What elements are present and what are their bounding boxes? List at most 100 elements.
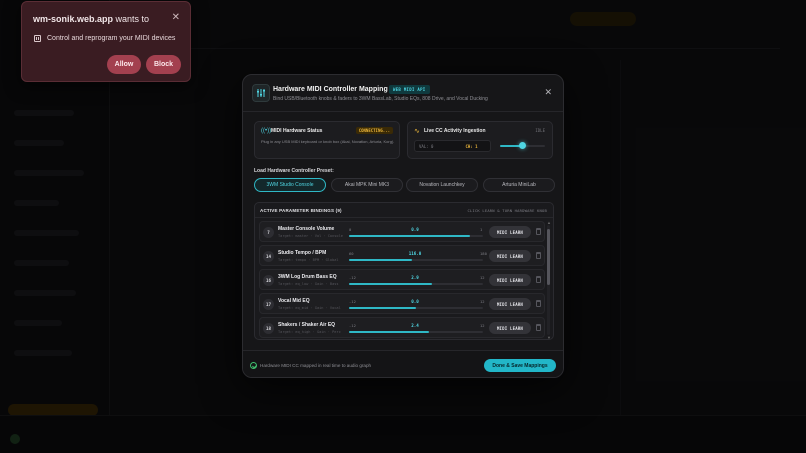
range-min: 60: [349, 251, 354, 256]
modal-footer: Hardware MIDI CC mapped in real time to …: [243, 350, 563, 377]
cc-activity-state: IDLE: [535, 128, 545, 133]
binding-row: 18 Shakers / Shaker Air EQ Target: eq_high…: [259, 317, 545, 338]
modal-header: Hardware MIDI Controller Mapping WEB MID…: [243, 75, 563, 112]
binding-row: 17 Vocal Mid EQ Target: eq_mid · Gain · Vo…: [259, 293, 545, 314]
cc-value: VAL: 0: [419, 143, 434, 149]
parameter-target: Target: eq_mid · Gain · Vocal: [278, 306, 341, 310]
range-max: 12: [480, 275, 485, 280]
binding-row: 14 Studio Tempo / BPM Target: tempo · BPM …: [259, 245, 545, 266]
cc-number-badge: 14: [263, 251, 274, 262]
cc-number-badge: 7: [263, 227, 274, 238]
current-value: 116.0: [408, 251, 422, 256]
trash-icon[interactable]: [536, 228, 541, 235]
permission-close-icon[interactable]: ✕: [172, 12, 180, 23]
binding-row: 7 Master Console Volume Target: master · V…: [259, 221, 545, 242]
hardware-status-title: MIDI Hardware Status: [271, 128, 323, 134]
allow-button[interactable]: Allow: [107, 55, 141, 74]
sliders-icon: [252, 84, 270, 102]
current-value: 2.9: [411, 275, 419, 280]
scrollbar-thumb[interactable]: [547, 229, 550, 285]
cc-activity-card: ∿ Live CC Activity Ingestion IDLE VAL: 0…: [407, 121, 553, 159]
parameter-target: Target: eq_high · Gain · Perc: [278, 330, 341, 334]
preset-arturia-minilab[interactable]: Arturia MiniLab: [483, 178, 555, 192]
cc-number-badge: 18: [263, 323, 274, 334]
broadcast-icon: ((•)): [261, 128, 272, 134]
parameter-name: Vocal Mid EQ: [278, 298, 310, 304]
value-slider[interactable]: [349, 283, 483, 285]
midi-learn-button[interactable]: MIDI LEARN: [489, 274, 531, 286]
range-min: -12: [349, 299, 356, 304]
value-slider-fill: [349, 331, 430, 333]
value-slider-fill: [349, 307, 416, 309]
bindings-hint: CLICK LEARN & TURN HARDWARE KNOB: [467, 208, 547, 213]
check-circle-icon: [250, 362, 257, 369]
scroll-down-icon[interactable]: ▼: [547, 335, 551, 339]
midi-permission-prompt: wm-sonik.web.app wants to ✕ Control and …: [21, 1, 191, 82]
parameter-target: Target: tempo · BPM · Global: [278, 258, 339, 262]
range-max: 12: [480, 323, 485, 328]
connection-status-badge: CONNECTING...: [355, 127, 393, 134]
value-slider[interactable]: [349, 259, 483, 261]
range-max: 1: [480, 227, 483, 232]
web-midi-badge: WEB MIDI API: [389, 85, 430, 94]
value-slider[interactable]: [349, 331, 483, 333]
binding-row: 16 3WM Log Drum Bass EQ Target: eq_low · G…: [259, 269, 545, 290]
modal-title: Hardware MIDI Controller Mapping: [273, 86, 388, 93]
cc-number-badge: 17: [263, 299, 274, 310]
midi-learn-button[interactable]: MIDI LEARN: [489, 226, 531, 238]
midi-mapping-modal: Hardware MIDI Controller Mapping WEB MID…: [242, 74, 564, 378]
trash-icon[interactable]: [536, 324, 541, 331]
preset-akai-mpk-mini[interactable]: Akai MPK Mini MK3: [331, 178, 403, 192]
modal-subtitle: Bind USB/Bluetooth knobs & faders to 3WM…: [273, 96, 488, 102]
range-max: 180: [480, 251, 487, 256]
preset-label: Load Hardware Controller Preset:: [254, 168, 334, 174]
cc-activity-meter: [500, 142, 545, 149]
cc-channel: CH: 1: [465, 143, 478, 149]
save-mappings-button[interactable]: Done & Save Mappings: [484, 359, 556, 372]
midi-hardware-status-card: ((•)) MIDI Hardware Status CONNECTING...…: [254, 121, 400, 159]
cc-value-readout: VAL: 0 CH: 1: [414, 140, 491, 152]
midi-learn-button[interactable]: MIDI LEARN: [489, 250, 531, 262]
midi-learn-button[interactable]: MIDI LEARN: [489, 322, 531, 334]
cc-number-badge: 16: [263, 275, 274, 286]
value-slider[interactable]: [349, 307, 483, 309]
value-slider[interactable]: [349, 235, 483, 237]
trash-icon[interactable]: [536, 300, 541, 307]
range-min: -12: [349, 275, 356, 280]
current-value: 0.0: [411, 299, 419, 304]
block-button[interactable]: Block: [146, 55, 181, 74]
bindings-title: ACTIVE PARAMETER BINDINGS (9): [260, 208, 342, 213]
activity-icon: ∿: [414, 128, 420, 135]
parameter-target: Target: eq_low · Gain · Bass: [278, 282, 339, 286]
trash-icon[interactable]: [536, 252, 541, 259]
current-value: 0.9: [411, 227, 419, 232]
value-slider-fill: [349, 283, 433, 285]
permission-request-row: Control and reprogram your MIDI devices: [34, 35, 175, 42]
parameter-bindings-panel: ACTIVE PARAMETER BINDINGS (9) CLICK LEAR…: [254, 202, 554, 340]
cc-activity-title: Live CC Activity Ingestion: [424, 128, 486, 134]
parameter-target: Target: master · Vol · Console: [278, 234, 343, 238]
value-slider-fill: [349, 259, 412, 261]
bindings-scrollbar[interactable]: [547, 225, 550, 335]
preset-novation-launchkey[interactable]: Novation Launchkey: [406, 178, 478, 192]
footer-status-text: Hardware MIDI CC mapped in real time to …: [260, 363, 372, 368]
current-value: 2.4: [411, 323, 419, 328]
parameter-name: Master Console Volume: [278, 226, 335, 232]
trash-icon[interactable]: [536, 276, 541, 283]
bindings-header: ACTIVE PARAMETER BINDINGS (9) CLICK LEAR…: [255, 203, 553, 218]
close-icon[interactable]: ✕: [544, 87, 552, 98]
midi-device-icon: [34, 35, 41, 42]
preset-3wm-studio-console[interactable]: 3WM Studio Console: [254, 178, 326, 192]
midi-learn-button[interactable]: MIDI LEARN: [489, 298, 531, 310]
hardware-status-description: Plug in any USB MIDI keyboard or knob bo…: [261, 139, 395, 144]
permission-title: wm-sonik.web.app wants to: [33, 14, 150, 24]
permission-request-text: Control and reprogram your MIDI devices: [47, 35, 176, 42]
parameter-name: 3WM Log Drum Bass EQ: [278, 274, 337, 280]
value-slider-fill: [349, 235, 470, 237]
range-min: 0: [349, 227, 352, 232]
range-max: 12: [480, 299, 485, 304]
parameter-name: Shakers / Shaker Air EQ: [278, 322, 336, 328]
cc-activity-knob: [519, 142, 526, 149]
range-min: -12: [349, 323, 356, 328]
parameter-name: Studio Tempo / BPM: [278, 250, 327, 256]
